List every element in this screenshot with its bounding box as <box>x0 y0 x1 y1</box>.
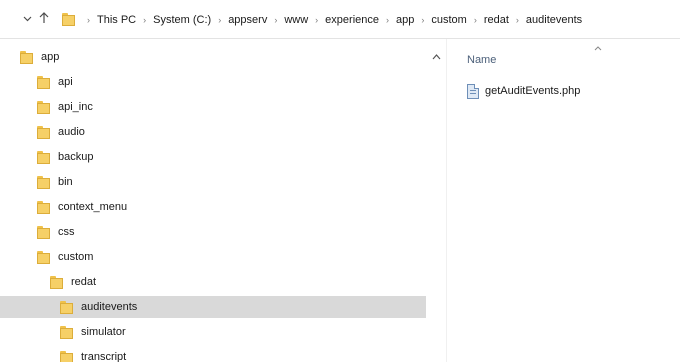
tree-item[interactable]: transcript <box>0 346 426 362</box>
file-list-pane: Name getAuditEvents.php <box>447 39 680 362</box>
breadcrumb-item[interactable]: experience <box>324 14 380 26</box>
tree-item[interactable]: redat <box>0 271 426 293</box>
breadcrumb-item[interactable]: System (C:) <box>152 14 212 26</box>
breadcrumb-separator-icon[interactable]: › <box>474 15 477 25</box>
tree-item[interactable]: api <box>0 71 426 93</box>
file-name: getAuditEvents.php <box>485 85 581 97</box>
tree-item-label: context_menu <box>58 201 128 213</box>
tree-item-label: transcript <box>81 351 127 362</box>
address-bar: › This PC › System (C:) › appserv › www › experie… <box>0 0 680 39</box>
breadcrumb-item[interactable]: redat <box>483 14 510 26</box>
tree-item[interactable]: bin <box>0 171 426 193</box>
folder-icon <box>60 350 73 362</box>
sort-ascending-icon <box>594 43 602 53</box>
tree-item-label: app <box>41 51 60 63</box>
tree-item[interactable]: auditevents <box>0 296 426 318</box>
tree-item[interactable]: audio <box>0 121 426 143</box>
tree-item-label: auditevents <box>81 301 138 313</box>
breadcrumb-separator-icon[interactable]: › <box>87 15 90 25</box>
folder-icon <box>60 325 73 339</box>
breadcrumb-item[interactable]: app <box>395 14 415 26</box>
folder-icon <box>50 275 63 289</box>
breadcrumb-separator-icon[interactable]: › <box>218 15 221 25</box>
tree-scrollbar[interactable] <box>426 39 446 362</box>
tree-item[interactable]: css <box>0 221 426 243</box>
breadcrumb-separator-icon[interactable]: › <box>143 15 146 25</box>
tree-item[interactable]: custom <box>0 246 426 268</box>
tree-item-label: redat <box>71 276 97 288</box>
folder-icon <box>37 150 50 164</box>
tree-item[interactable]: simulator <box>0 321 426 343</box>
name-column-header[interactable]: Name <box>467 54 496 66</box>
folder-icon <box>20 50 33 64</box>
folder-icon <box>37 200 50 214</box>
tree-item-label: audio <box>58 126 85 138</box>
folder-icon <box>37 225 50 239</box>
folder-icon <box>60 300 73 314</box>
file-item[interactable]: getAuditEvents.php <box>467 82 580 100</box>
breadcrumb[interactable]: › This PC › System (C:) › appserv › www › experie… <box>62 11 680 28</box>
folder-icon <box>37 175 50 189</box>
breadcrumb-separator-icon[interactable]: › <box>421 15 424 25</box>
tree-item-label: css <box>58 226 75 238</box>
tree-item-label: api_inc <box>58 101 93 113</box>
breadcrumb-item[interactable]: This PC <box>96 14 137 26</box>
tree-item[interactable]: context_menu <box>0 196 426 218</box>
tree-item-label: bin <box>58 176 73 188</box>
breadcrumb-item[interactable]: auditevents <box>525 14 583 26</box>
folder-icon <box>37 100 50 114</box>
tree-item[interactable]: backup <box>0 146 426 168</box>
tree-item-label: custom <box>58 251 94 263</box>
breadcrumb-separator-icon[interactable]: › <box>274 15 277 25</box>
breadcrumb-item[interactable]: www <box>283 14 309 26</box>
folder-icon <box>62 13 75 26</box>
tree-item-label: simulator <box>81 326 126 338</box>
folder-icon <box>37 125 50 139</box>
breadcrumb-item[interactable]: appserv <box>227 14 268 26</box>
folder-icon <box>37 75 50 89</box>
php-file-icon <box>467 83 479 99</box>
tree-item-label: backup <box>58 151 94 163</box>
up-arrow-icon[interactable] <box>37 12 51 26</box>
scroll-track[interactable] <box>431 75 439 362</box>
breadcrumb-separator-icon[interactable]: › <box>315 15 318 25</box>
chevron-down-icon[interactable] <box>20 12 34 26</box>
tree-item-label: api <box>58 76 73 88</box>
breadcrumb-item[interactable]: custom <box>430 14 467 26</box>
navigation-tree: app api api_incaudio backup bin context_menuc… <box>0 39 426 362</box>
tree-item[interactable]: app <box>0 46 426 68</box>
breadcrumb-separator-icon[interactable]: › <box>386 15 389 25</box>
breadcrumb-separator-icon[interactable]: › <box>516 15 519 25</box>
folder-icon <box>37 250 50 264</box>
scroll-up-arrow-icon[interactable] <box>432 52 441 62</box>
tree-item[interactable]: api_inc <box>0 96 426 118</box>
